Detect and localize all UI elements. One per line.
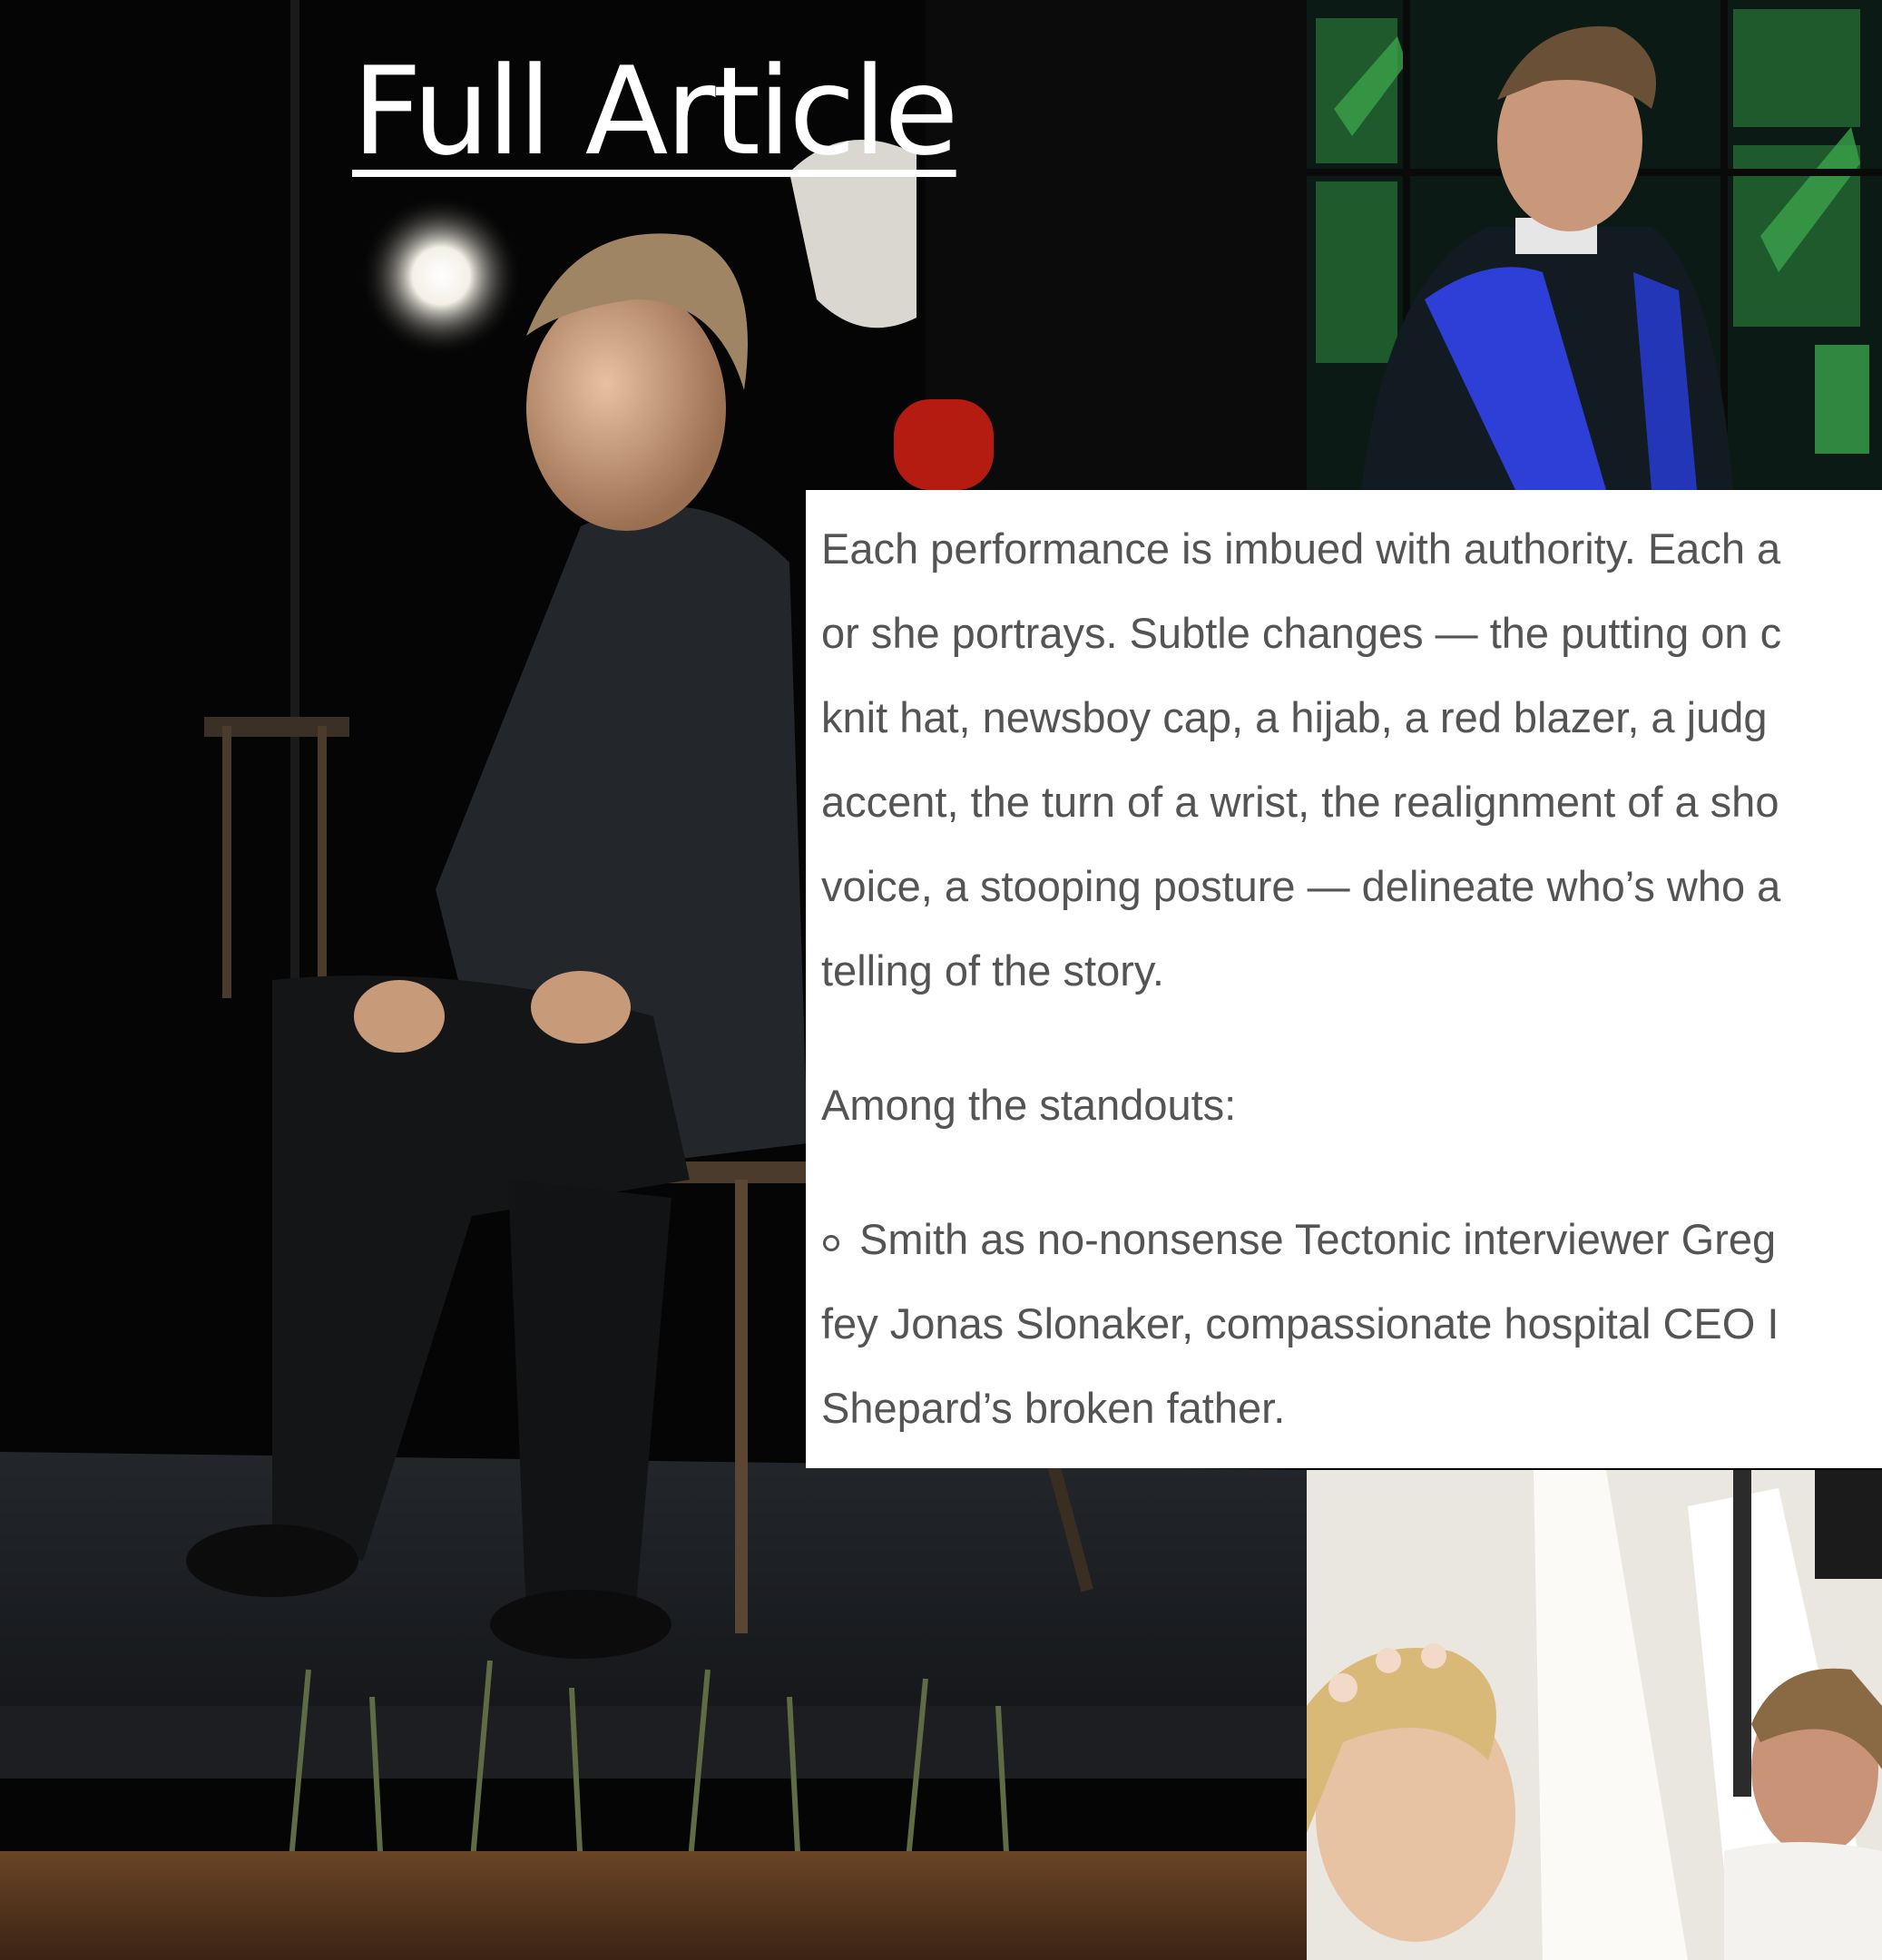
priest-photo <box>1307 0 1882 490</box>
bullet-item: Smith as no-nonsense Tectonic interviewe… <box>821 1197 1882 1281</box>
paragraph-line: accent, the turn of a wrist, the realign… <box>821 778 1779 826</box>
standouts-label: Among the standouts: <box>821 1081 1237 1129</box>
bullet-text: Smith as no-nonsense Tectonic interviewe… <box>859 1215 1777 1263</box>
paragraph-line: or she portrays. Subtle changes — the pu… <box>821 609 1782 657</box>
paragraph-line: Each performance is imbued with authorit… <box>821 524 1781 573</box>
bullet-continuation: fey Jonas Slonaker, compassionate hospit… <box>821 1299 1779 1348</box>
actors-in-white-image <box>1307 1470 1882 1960</box>
bullet-circle-icon <box>823 1235 839 1251</box>
paragraph-line: knit hat, newsboy cap, a hijab, a red bl… <box>821 693 1768 741</box>
paragraph-line: voice, a stooping posture — delineate wh… <box>821 862 1781 910</box>
bullet-continuation: Shepard’s broken father. <box>821 1384 1286 1432</box>
flower-crown-photo <box>1307 1470 1882 1960</box>
paragraph-line: telling of the story. <box>821 946 1164 995</box>
article-body: Each performance is imbued with authorit… <box>821 506 1882 1450</box>
full-article-link[interactable]: Full Article <box>352 44 959 180</box>
article-excerpt-card: Each performance is imbued with authorit… <box>806 490 1882 1468</box>
actor-in-clerical-robe-image <box>1307 0 1882 490</box>
